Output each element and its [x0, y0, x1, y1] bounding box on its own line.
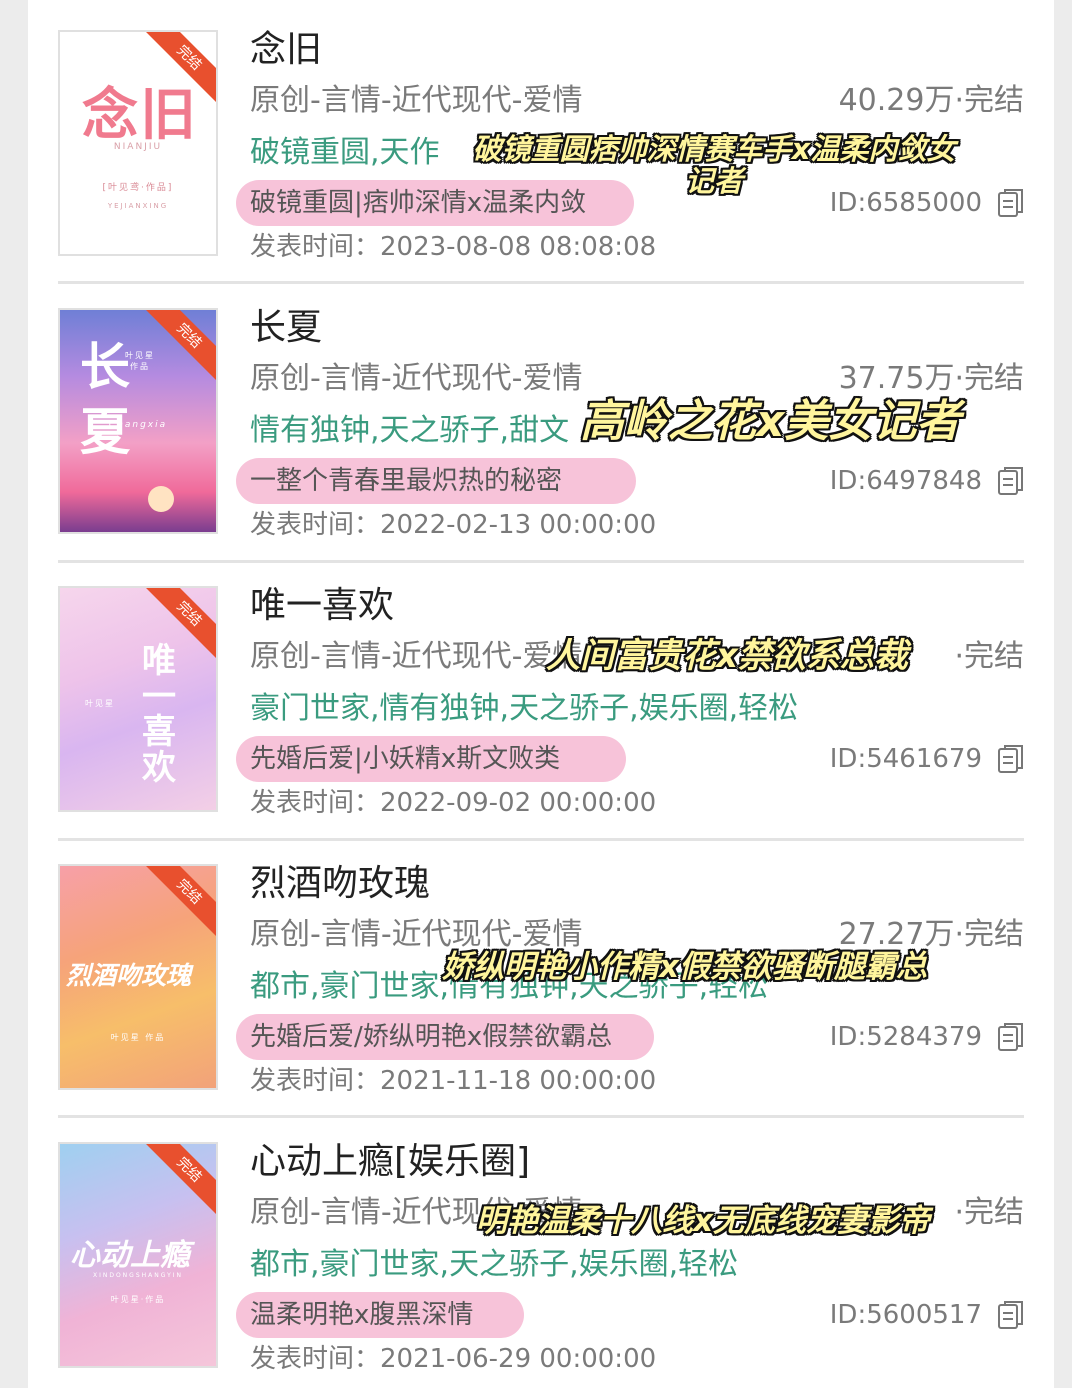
- cover-title: 念旧: [82, 82, 198, 148]
- word-count-status: ·完结: [954, 1195, 1024, 1230]
- book-cover[interactable]: 长夏 Changxia 叶见星 作品 完结: [58, 308, 218, 534]
- publish-time-value: 2023-08-08 08:08:08: [380, 232, 657, 262]
- cover-title: 烈酒吻玫瑰: [66, 961, 192, 990]
- publish-time-label: 发表时间：: [250, 232, 381, 262]
- book-intro: 先婚后爱/娇纵明艳x假禁欲霸总: [250, 1022, 613, 1052]
- word-count-status: 37.75万·完结: [838, 361, 1024, 396]
- publish-time-label: 发表时间：: [250, 788, 381, 818]
- cover-byline: 叶见星 作品: [125, 351, 155, 371]
- row-divider: [58, 560, 1024, 563]
- publish-time-value: 2022-09-02 00:00:00: [380, 788, 657, 818]
- publish-time-value: 2022-02-13 00:00:00: [380, 510, 657, 540]
- completed-ribbon: 完结: [141, 866, 216, 940]
- book-list: 念旧 NIANJIU [叶见鸢·作品] YEJIANXING 完结 念旧 原创-…: [28, 0, 1054, 1388]
- book-tags: 破镜重圆,天作: [250, 135, 440, 170]
- book-cover[interactable]: 心动上瘾 XINDONGSHANGYIN 叶见星·作品 完结: [58, 1142, 218, 1368]
- row-divider: [58, 1115, 1024, 1118]
- copy-icon[interactable]: [998, 466, 1024, 496]
- completed-ribbon: 完结: [141, 310, 216, 384]
- cover-author-pinyin: YEJIANXING: [107, 202, 169, 210]
- publish-time: 发表时间：2022-09-02 00:00:00: [250, 790, 656, 816]
- row-divider: [58, 838, 1024, 841]
- cover-pinyin: Changxia: [108, 420, 168, 430]
- book-tags: 豪门世家,情有独钟,天之骄子,娱乐圈,轻松: [250, 691, 799, 726]
- publish-time-value: 2021-06-29 00:00:00: [380, 1344, 657, 1374]
- word-count-status: 27.27万·完结: [838, 917, 1024, 952]
- copy-icon[interactable]: [998, 744, 1024, 774]
- book-title[interactable]: 长夏: [250, 310, 322, 346]
- book-cover[interactable]: 念旧 NIANJIU [叶见鸢·作品] YEJIANXING 完结: [58, 30, 218, 256]
- sun-shape: [148, 486, 174, 512]
- book-category: 原创-言情-近代现代-爱情: [250, 361, 583, 396]
- cover-byline: 叶见星 作品: [110, 1033, 166, 1042]
- cover-byline: 叶见星·作品: [110, 1295, 166, 1304]
- cover-pinyin: NIANJIU: [113, 142, 163, 152]
- cover-title: 心动上瘾: [70, 1238, 190, 1273]
- book-title[interactable]: 唯一喜欢: [250, 588, 394, 624]
- book-id: ID:5284379: [829, 1022, 982, 1052]
- publish-time: 发表时间：2021-11-18 00:00:00: [250, 1068, 656, 1094]
- book-category: 原创-言情-近代现代-爱情: [250, 917, 583, 952]
- book-title[interactable]: 烈酒吻玫瑰: [250, 866, 430, 902]
- book-category: 原创-言情-近代现代-爱情: [250, 639, 583, 674]
- publish-time-label: 发表时间：: [250, 1344, 381, 1374]
- cover-pinyin: XINDONGSHANGYIN: [92, 1272, 184, 1279]
- cover-byline: 叶见星: [85, 699, 115, 708]
- copy-icon[interactable]: [998, 1300, 1024, 1330]
- publish-time-label: 发表时间：: [250, 1066, 381, 1096]
- book-title[interactable]: 念旧: [250, 32, 322, 68]
- book-tags: 情有独钟,天之骄子,甜文: [250, 413, 570, 448]
- annotation-overlay: 人间富贵花x禁欲系总裁: [546, 636, 908, 676]
- publish-time-label: 发表时间：: [250, 510, 381, 540]
- book-intro: 温柔明艳x腹黑深情: [250, 1300, 474, 1330]
- book-cover[interactable]: 唯一喜欢 叶见星 完结: [58, 586, 218, 812]
- copy-icon[interactable]: [998, 188, 1024, 218]
- publish-time-value: 2021-11-18 00:00:00: [380, 1066, 657, 1096]
- annotation-overlay: 高岭之花x美女记者: [580, 396, 961, 447]
- cover-byline: [叶见鸢·作品]: [102, 183, 174, 193]
- publish-time: 发表时间：2023-08-08 08:08:08: [250, 234, 656, 260]
- book-title[interactable]: 心动上瘾[娱乐圈]: [250, 1144, 530, 1180]
- book-tags: 都市,豪门世家,天之骄子,娱乐圈,轻松: [250, 1247, 739, 1282]
- book-category: 原创-言情-近代现代-爱情: [250, 83, 583, 118]
- publish-time: 发表时间：2022-02-13 00:00:00: [250, 512, 656, 538]
- book-cover[interactable]: 烈酒吻玫瑰 叶见星 作品 完结: [58, 864, 218, 1090]
- annotation-overlay: 明艳温柔十八线x无底线宠妻影帝: [476, 1203, 930, 1239]
- word-count-status: 40.29万·完结: [838, 83, 1024, 118]
- book-id: ID:5600517: [829, 1300, 982, 1330]
- book-intro: 一整个青春里最炽热的秘密: [250, 466, 563, 496]
- book-id: ID:6497848: [829, 466, 982, 496]
- book-intro: 先婚后爱|小妖精x斯文败类: [250, 744, 561, 774]
- annotation-overlay: 娇纵明艳小作精x假禁欲骚断腿霸总: [442, 949, 927, 985]
- publish-time: 发表时间：2021-06-29 00:00:00: [250, 1346, 656, 1372]
- row-divider: [58, 281, 1024, 284]
- cover-title: 唯一喜欢: [142, 641, 176, 789]
- copy-icon[interactable]: [998, 1022, 1024, 1052]
- book-id: ID:5461679: [829, 744, 982, 774]
- completed-ribbon: 完结: [141, 1144, 216, 1218]
- annotation-overlay: 破镜重圆痞帅深情赛车手x温柔内敛女记者: [472, 132, 956, 198]
- word-count-status: ·完结: [954, 639, 1024, 674]
